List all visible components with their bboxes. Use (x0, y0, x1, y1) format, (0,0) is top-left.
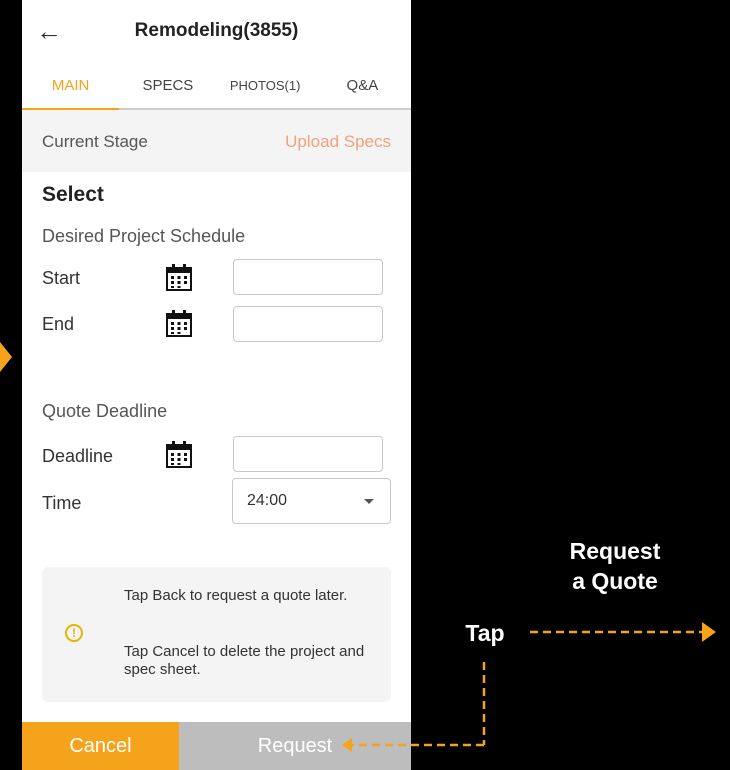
quote-deadline-heading: Quote Deadline (42, 401, 168, 421)
request-quote-line2: a Quote (572, 568, 658, 594)
upload-specs-link[interactable]: Upload Specs (285, 132, 391, 152)
info-text-back: Tap Back to request a quote later. (124, 587, 348, 604)
tab-specs[interactable]: SPECS (119, 64, 217, 110)
request-quote-annotation: Request a Quote (520, 536, 710, 596)
time-select-value: 24:00 (247, 492, 288, 509)
app-header: ← Remodeling(3855) (22, 0, 411, 64)
start-label: Start (42, 268, 81, 288)
dropdown-arrow-icon (364, 499, 374, 504)
section-title: Select (42, 183, 104, 206)
phone-screen: ← Remodeling(3855) MAIN SPECS PHOTOS(1) … (22, 0, 411, 770)
tab-bar: MAIN SPECS PHOTOS(1) Q&A (22, 64, 411, 110)
start-date-input[interactable] (233, 259, 383, 295)
request-button[interactable]: Request (179, 722, 411, 770)
current-stage-label: Current Stage (42, 132, 148, 151)
cancel-button[interactable]: Cancel (22, 722, 179, 770)
end-date-input[interactable] (233, 306, 383, 342)
current-stage-bar: Current Stage Upload Specs (22, 110, 411, 172)
schedule-heading: Desired Project Schedule (42, 226, 246, 246)
page-title: Remodeling(3855) (134, 20, 299, 41)
tab-qa[interactable]: Q&A (313, 64, 411, 110)
info-text-cancel: Tap Cancel to delete the project and spe… (124, 643, 365, 678)
left-arrow-marker (0, 342, 12, 372)
time-label: Time (42, 493, 82, 513)
request-quote-line1: Request (569, 538, 661, 564)
calendar-icon[interactable] (164, 308, 194, 338)
calendar-icon[interactable] (164, 439, 194, 469)
tab-photos[interactable]: PHOTOS(1) (216, 64, 314, 110)
info-box: ! Tap Back to request a quote later. Tap… (42, 567, 391, 702)
alert-circle-icon: ! (65, 624, 83, 642)
tab-main[interactable]: MAIN (22, 64, 120, 110)
end-label: End (42, 314, 75, 334)
time-select[interactable]: 24:00 (232, 478, 391, 524)
calendar-icon[interactable] (164, 262, 194, 292)
tap-annotation: Tap (465, 620, 505, 646)
arrow-head-right-icon (702, 622, 716, 642)
deadline-label: Deadline (42, 446, 114, 466)
deadline-date-input[interactable] (233, 436, 383, 472)
